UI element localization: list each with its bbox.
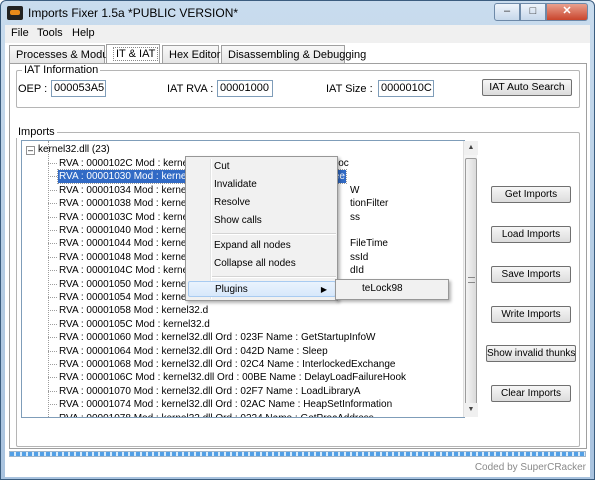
- tree-branch-line: [48, 176, 57, 177]
- ctx-resolve[interactable]: Resolve: [214, 195, 250, 211]
- tab-label: Hex Editor: [169, 49, 221, 61]
- window-title: Imports Fixer 1.5a *PUBLIC VERSION*: [28, 6, 239, 20]
- iat-size-field[interactable]: 0000010C: [378, 80, 434, 97]
- collapse-icon[interactable]: –: [26, 146, 35, 155]
- window-controls: – □ ✕: [494, 3, 588, 21]
- tab-it-iat[interactable]: IT & IAT: [106, 44, 160, 65]
- tree-row-tail: dId: [350, 265, 364, 276]
- tree-row[interactable]: RVA : 00001078 Mod : kernel32.dll Ord : …: [58, 412, 375, 417]
- save-imports-button[interactable]: Save Imports: [491, 266, 571, 283]
- tree-branch-line: [48, 297, 57, 298]
- context-menu: Cut Invalidate Resolve Show calls Expand…: [185, 156, 338, 301]
- get-imports-button[interactable]: Get Imports: [491, 186, 571, 203]
- ctx-plugins[interactable]: Plugins ▶: [188, 281, 336, 297]
- load-imports-button[interactable]: Load Imports: [491, 226, 571, 243]
- tree-row-tail: tionFilter: [350, 198, 389, 209]
- tree-branch-line: [48, 163, 57, 164]
- write-imports-button[interactable]: Write Imports: [491, 306, 571, 323]
- tree-branch-line: [48, 404, 57, 405]
- tree-branch-line: [48, 257, 57, 258]
- iat-rva-label: IAT RVA :: [167, 83, 214, 95]
- scroll-up-icon[interactable]: ▲: [464, 141, 478, 155]
- tree-row[interactable]: RVA : 00001074 Mod : kernel32.dll Ord : …: [58, 398, 393, 411]
- tree-row-tail: ss: [350, 212, 360, 223]
- tab-hex-editor[interactable]: Hex Editor: [162, 45, 221, 64]
- tree-branch-line: [48, 243, 57, 244]
- tree-row-tail: W: [350, 185, 360, 196]
- tree-row[interactable]: RVA : 0000106C Mod : kernel32.dll Ord : …: [58, 371, 407, 384]
- title-bar[interactable]: Imports Fixer 1.5a *PUBLIC VERSION* – □ …: [1, 1, 594, 25]
- ctx-cut[interactable]: Cut: [214, 159, 230, 175]
- scroll-down-icon[interactable]: ▼: [464, 403, 478, 417]
- iat-rva-field[interactable]: 00001000: [217, 80, 273, 97]
- show-invalid-thunks-button[interactable]: Show invalid thunks: [486, 345, 576, 362]
- maximize-button[interactable]: □: [520, 3, 546, 21]
- tree-branch-line: [48, 324, 57, 325]
- credit-text: Coded by SuperCRacker: [474, 462, 586, 473]
- tree-branch-line: [48, 377, 57, 378]
- oep-label: OEP :: [18, 83, 48, 95]
- ctx-collapse-all[interactable]: Collapse all nodes: [214, 256, 296, 272]
- minimize-button[interactable]: –: [494, 3, 520, 21]
- plugins-submenu: teLock98: [335, 279, 449, 300]
- grip-icon: [468, 277, 475, 283]
- iat-size-label: IAT Size :: [326, 83, 373, 95]
- tab-processes-modules[interactable]: Processes & Modules: [9, 45, 122, 64]
- menu-help[interactable]: Help: [72, 27, 95, 39]
- plugin-telock98[interactable]: teLock98: [362, 283, 403, 294]
- tree-row-tail: ssId: [350, 252, 369, 263]
- tree-branch-line: [48, 310, 57, 311]
- ctx-expand-all[interactable]: Expand all nodes: [214, 238, 291, 254]
- menu-file[interactable]: File: [11, 27, 29, 39]
- tree-branch-line: [48, 217, 57, 218]
- tree-row-tail: FileTime: [350, 238, 388, 249]
- ctx-plugins-label: Plugins: [215, 284, 248, 295]
- group-label: IAT Information: [22, 64, 101, 76]
- tree-branch-line: [48, 190, 57, 191]
- tree-branch-line: [48, 351, 57, 352]
- tree-branch-line: [48, 203, 57, 204]
- tree-branch-line: [48, 230, 57, 231]
- tab-label: IT & IAT: [113, 47, 159, 61]
- tree-branch-line: [48, 270, 57, 271]
- tree-branch-line: [48, 284, 57, 285]
- scroll-thumb[interactable]: [465, 158, 477, 410]
- ctx-invalidate[interactable]: Invalidate: [214, 177, 257, 193]
- tab-disassembling-debugging[interactable]: Disassembling & Debugging: [221, 45, 366, 64]
- menu-bar: File Tools Help: [5, 25, 590, 43]
- tree-branch-line: [48, 364, 57, 365]
- oep-field[interactable]: 000053A5: [51, 80, 106, 97]
- group-label: Imports: [16, 126, 57, 138]
- tree-row[interactable]: RVA : 00001064 Mod : kernel32.dll Ord : …: [58, 345, 329, 358]
- menu-separator: [212, 276, 336, 278]
- menu-separator: [212, 233, 336, 235]
- tree-row[interactable]: RVA : 00001068 Mod : kernel32.dll Ord : …: [58, 358, 397, 371]
- tree-row[interactable]: RVA : 00001060 Mod : kernel32.dll Ord : …: [58, 331, 376, 344]
- ctx-show-calls[interactable]: Show calls: [214, 213, 262, 229]
- menu-tools[interactable]: Tools: [37, 27, 63, 39]
- tree-branch-line: [48, 391, 57, 392]
- submenu-arrow-icon: ▶: [320, 285, 327, 294]
- iat-auto-search-button[interactable]: IAT Auto Search: [482, 79, 572, 96]
- tree-row[interactable]: RVA : 00001070 Mod : kernel32.dll Ord : …: [58, 385, 361, 398]
- menu-gutter: [210, 159, 212, 299]
- clear-imports-button[interactable]: Clear Imports: [491, 385, 571, 402]
- progress-bar: [9, 451, 586, 457]
- tab-label: Disassembling & Debugging: [228, 49, 367, 61]
- close-button[interactable]: ✕: [546, 3, 588, 21]
- app-window: Imports Fixer 1.5a *PUBLIC VERSION* – □ …: [0, 0, 595, 480]
- vertical-scrollbar[interactable]: ▲ ▼: [463, 141, 478, 417]
- tree-row[interactable]: RVA : 0000105C Mod : kernel32.d: [58, 318, 211, 331]
- tree-branch-line: [48, 337, 57, 338]
- app-icon: [7, 6, 23, 20]
- tree-row[interactable]: RVA : 00001058 Mod : kernel32.d: [58, 304, 209, 317]
